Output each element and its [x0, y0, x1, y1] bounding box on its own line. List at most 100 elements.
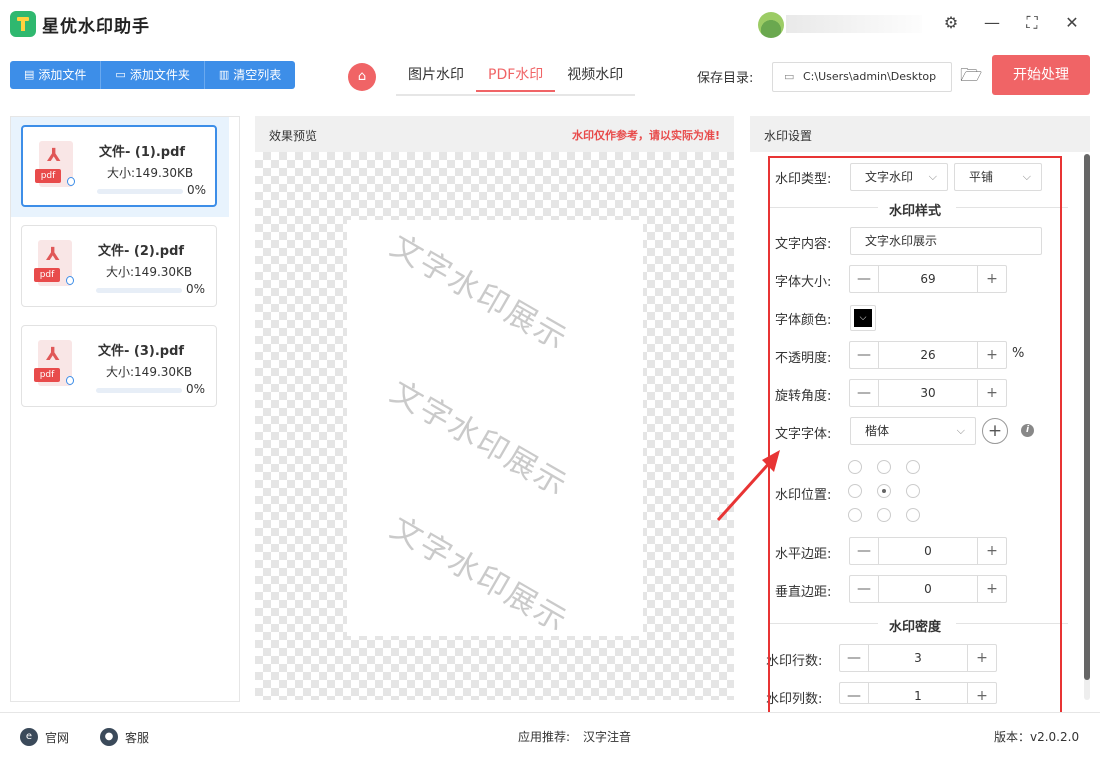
recommend-app-link[interactable]: 汉字注音 [583, 728, 631, 745]
file-item[interactable]: ⅄ pdf 文件- (2).pdf 大小:149.30KB 0% [21, 225, 217, 307]
clear-list-label: 清空列表 [233, 68, 282, 82]
save-dir-field[interactable]: ▭ C:\Users\admin\Desktop [772, 62, 952, 92]
info-icon[interactable]: i [1021, 424, 1034, 437]
decrement-button[interactable]: — [840, 645, 868, 671]
font-family-label: 文字字体: [775, 427, 832, 442]
chat-icon: ● [100, 728, 118, 746]
settings-scrollbar-thumb[interactable] [1084, 154, 1090, 680]
add-file-button[interactable]: ▤ 添加文件 [10, 61, 102, 89]
user-name-redacted [786, 15, 922, 33]
cols-stepper: — 1 + [839, 682, 997, 704]
file-name: 文件- (1).pdf [99, 145, 186, 160]
file-size: 大小:149.30KB [107, 166, 194, 180]
v-margin-label: 垂直边距: [775, 585, 832, 600]
chevron-down-icon: ⌵ [1022, 170, 1031, 183]
maximize-icon[interactable]: ⛶ [1021, 12, 1043, 34]
opacity-label: 不透明度: [775, 351, 832, 366]
minimize-icon[interactable]: — [981, 12, 1003, 34]
rows-value[interactable]: 3 [868, 645, 968, 671]
position-label: 水印位置: [775, 488, 832, 503]
file-item[interactable]: ⅄ pdf 文件- (1).pdf 大小:149.30KB 0% [21, 125, 217, 207]
add-folder-button[interactable]: ▭ 添加文件夹 [101, 61, 205, 89]
settings-title: 水印设置 [764, 129, 813, 143]
font-size-value[interactable]: 69 [878, 266, 978, 292]
style-section-title: 水印样式 [889, 204, 942, 219]
position-bottom-right[interactable] [906, 508, 920, 522]
watermark-text: 文字水印展示 [384, 227, 574, 359]
cols-value[interactable]: 1 [868, 683, 968, 703]
density-section-title: 水印密度 [889, 620, 942, 635]
tab-video-watermark[interactable]: 视频水印 [555, 62, 635, 92]
increment-button[interactable]: + [978, 266, 1006, 292]
file-name: 文件- (3).pdf [98, 344, 185, 359]
app-title: 星优水印助手 [42, 17, 150, 37]
pdf-file-icon: ⅄ pdf [34, 240, 74, 286]
file-size: 大小:149.30KB [106, 365, 193, 379]
file-icon: ▤ [24, 68, 35, 81]
add-folder-label: 添加文件夹 [129, 68, 190, 82]
preview-title: 效果预览 [269, 129, 318, 143]
file-item[interactable]: ⅄ pdf 文件- (3).pdf 大小:149.30KB 0% [21, 325, 217, 407]
position-middle-left[interactable] [848, 484, 862, 498]
watermark-type-select[interactable]: 文字水印 ⌵ [850, 163, 948, 191]
tab-pdf-watermark[interactable]: PDF水印 [476, 62, 556, 92]
v-margin-value[interactable]: 0 [878, 576, 978, 602]
trash-icon: ▥ [218, 68, 230, 81]
clear-list-button[interactable]: ▥ 清空列表 [204, 61, 296, 89]
mode-tabs: 图片水印 PDF水印 视频水印 [396, 62, 636, 96]
preview-header: 效果预览 水印仅作参考，请以实际为准! [255, 116, 734, 152]
font-family-value: 楷体 [865, 424, 890, 438]
tab-image-watermark[interactable]: 图片水印 [396, 62, 476, 92]
home-icon[interactable]: ⌂ [348, 63, 376, 91]
open-folder-icon[interactable]: 🗁 [960, 65, 982, 87]
toolbar: ▤ 添加文件 ▭ 添加文件夹 ▥ 清空列表 ⌂ 图片水印 PDF水印 视频水印 保存目… [0, 48, 1100, 104]
divider [770, 207, 878, 208]
divider [770, 623, 878, 624]
decrement-button[interactable]: — [840, 683, 868, 709]
start-button[interactable]: 开始处理 [992, 55, 1090, 95]
file-progress-text: 0% [186, 282, 206, 296]
decrement-button[interactable]: — [850, 266, 878, 292]
layout-mode-select[interactable]: 平铺 ⌵ [954, 163, 1042, 191]
decrement-button[interactable]: — [850, 342, 878, 368]
h-margin-stepper: — 0 + [849, 537, 1007, 565]
rotation-label: 旋转角度: [775, 389, 832, 404]
decrement-button[interactable]: — [850, 538, 878, 564]
increment-button[interactable]: + [978, 538, 1006, 564]
save-dir-value: C:\Users\admin\Desktop [803, 70, 937, 83]
user-avatar[interactable] [758, 12, 784, 38]
chevron-down-icon: ⌵ [956, 424, 965, 437]
opacity-value[interactable]: 26 [878, 342, 978, 368]
font-color-label: 字体颜色: [775, 313, 832, 328]
position-top-left[interactable] [848, 460, 862, 474]
service-link[interactable]: ● 客服 [100, 728, 149, 746]
font-family-select[interactable]: 楷体 ⌵ [850, 417, 976, 445]
position-top-center[interactable] [877, 460, 891, 474]
file-progress-text: 0% [187, 183, 207, 197]
font-color-picker[interactable]: ⌵ [850, 305, 876, 331]
file-button-group: ▤ 添加文件 ▭ 添加文件夹 ▥ 清空列表 [10, 61, 296, 89]
increment-button[interactable]: + [968, 683, 996, 709]
increment-button[interactable]: + [968, 645, 996, 671]
position-top-right[interactable] [906, 460, 920, 474]
text-content-input[interactable]: 文字水印展示 [850, 227, 1042, 255]
h-margin-value[interactable]: 0 [878, 538, 978, 564]
opacity-unit: % [1012, 346, 1025, 361]
increment-button[interactable]: + [978, 380, 1006, 406]
folder-icon: ▭ [115, 68, 126, 81]
decrement-button[interactable]: — [850, 380, 878, 406]
add-font-icon[interactable]: + [982, 418, 1008, 444]
position-bottom-center[interactable] [877, 508, 891, 522]
website-link[interactable]: e 官网 [20, 728, 69, 746]
settings-icon[interactable]: ⚙ [940, 12, 962, 34]
increment-button[interactable]: + [978, 342, 1006, 368]
service-label: 客服 [125, 730, 150, 745]
position-center[interactable] [877, 484, 891, 498]
increment-button[interactable]: + [978, 576, 1006, 602]
close-icon[interactable]: ✕ [1061, 12, 1083, 34]
position-middle-right[interactable] [906, 484, 920, 498]
rotation-value[interactable]: 30 [878, 380, 978, 406]
position-bottom-left[interactable] [848, 508, 862, 522]
decrement-button[interactable]: — [850, 576, 878, 602]
rotation-stepper: — 30 + [849, 379, 1007, 407]
